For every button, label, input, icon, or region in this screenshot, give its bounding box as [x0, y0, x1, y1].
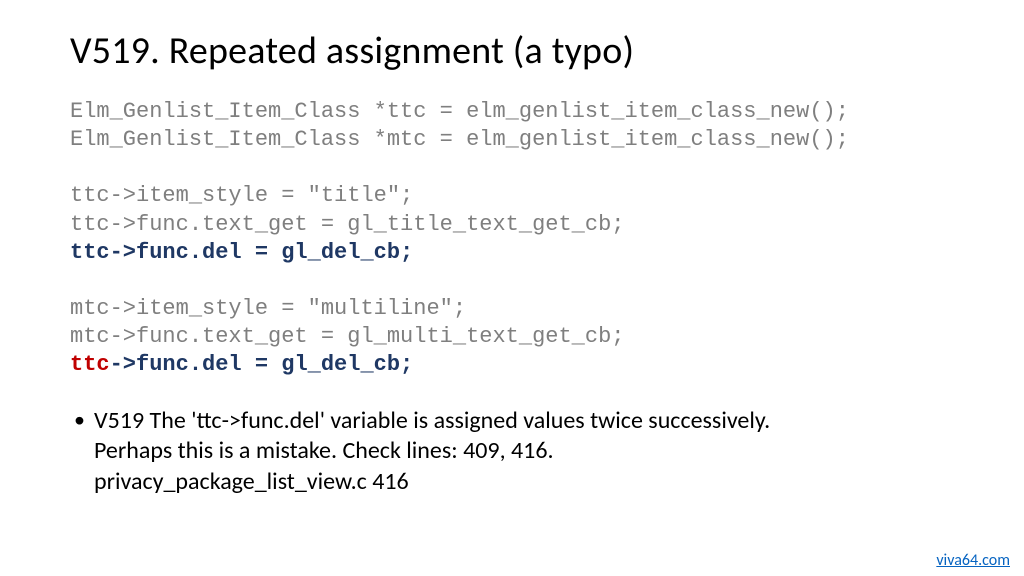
- code-line-highlight: ->func.del = gl_del_cb;: [110, 352, 414, 377]
- code-line: mtc->func.text_get = gl_multi_text_get_c…: [70, 324, 625, 349]
- bullet-line: V519 The 'ttc->func.del' variable is ass…: [94, 406, 770, 435]
- bullet-line: Perhaps this is a mistake. Check lines: …: [94, 436, 554, 465]
- code-line: Elm_Genlist_Item_Class *ttc = elm_genlis…: [70, 99, 849, 124]
- slide-container: V519. Repeated assignment (a typo) Elm_G…: [0, 0, 1024, 518]
- code-line: Elm_Genlist_Item_Class *mtc = elm_genlis…: [70, 127, 849, 152]
- code-line: mtc->item_style = "multiline";: [70, 296, 466, 321]
- bullet-item: V519 The 'ttc->func.del' variable is ass…: [70, 406, 954, 498]
- code-line-highlight: ttc->func.del = gl_del_cb;: [70, 240, 413, 265]
- code-block: Elm_Genlist_Item_Class *ttc = elm_genlis…: [70, 98, 954, 380]
- bullet-list: V519 The 'ttc->func.del' variable is ass…: [70, 406, 954, 498]
- code-line: ttc->func.text_get = gl_title_text_get_c…: [70, 212, 625, 237]
- bullet-line: privacy_package_list_view.c 416: [94, 467, 409, 496]
- footer-link[interactable]: viva64.com: [936, 551, 1010, 570]
- code-line: ttc->item_style = "title";: [70, 183, 413, 208]
- code-typo-token: ttc: [70, 352, 110, 377]
- slide-title: V519. Repeated assignment (a typo): [70, 28, 954, 74]
